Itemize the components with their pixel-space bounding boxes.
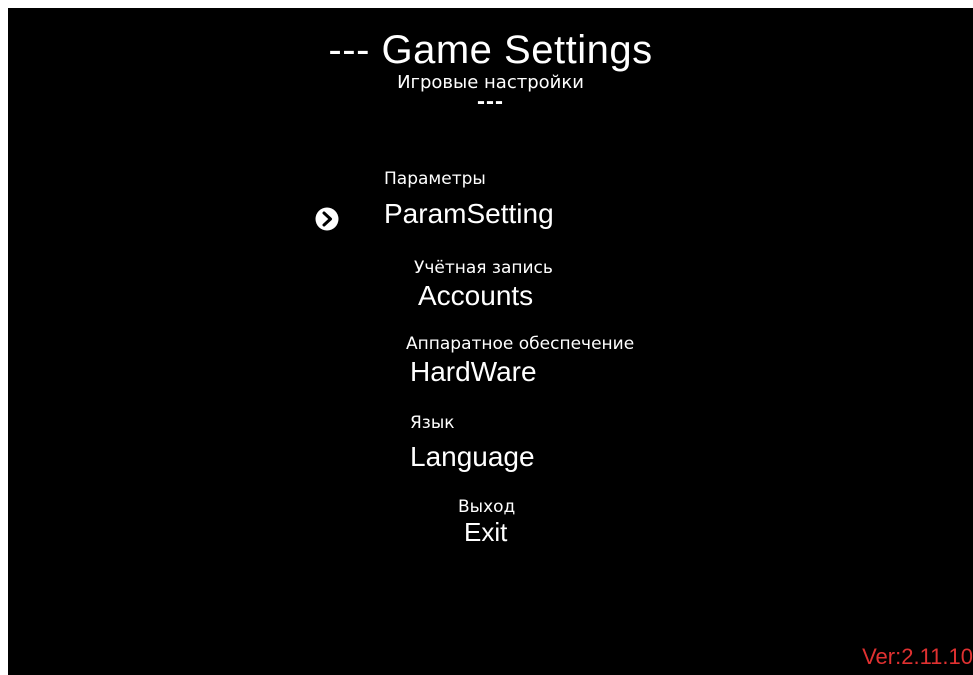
- menu-item-label-en: ParamSetting: [384, 198, 554, 229]
- menu-item-paramsetting[interactable]: Параметры ParamSetting: [384, 168, 554, 231]
- menu-item-label-en: Accounts: [418, 280, 534, 311]
- menu-item-label-ru: Учётная запись: [414, 258, 553, 278]
- menu-item-label-en: Language: [410, 441, 535, 472]
- title-dashes: ---: [477, 88, 504, 115]
- menu-item-label-ru: Выход: [458, 497, 516, 517]
- menu-item-label-ru: Параметры: [384, 169, 486, 189]
- chevron-right-circle-icon: [315, 207, 339, 231]
- version-label: Ver:2.11.10: [862, 644, 973, 669]
- page-title: --- Game Settings: [328, 28, 653, 72]
- menu-item-label-ru: Язык: [410, 413, 455, 433]
- menu-item-label-en: Exit: [464, 517, 508, 547]
- menu-item-label-ru: Аппаратное обеспечение: [406, 334, 635, 354]
- menu-item-exit[interactable]: Выход Exit: [458, 496, 515, 546]
- menu-item-label-en: HardWare: [410, 356, 537, 387]
- menu-item-hardware[interactable]: Аппаратное обеспечение HardWare: [406, 333, 634, 389]
- game-settings-screen: --- Game Settings Игровые настройки --- …: [8, 8, 973, 675]
- menu-item-language[interactable]: Язык Language: [410, 412, 535, 474]
- menu-item-accounts[interactable]: Учётная запись Accounts: [414, 257, 553, 313]
